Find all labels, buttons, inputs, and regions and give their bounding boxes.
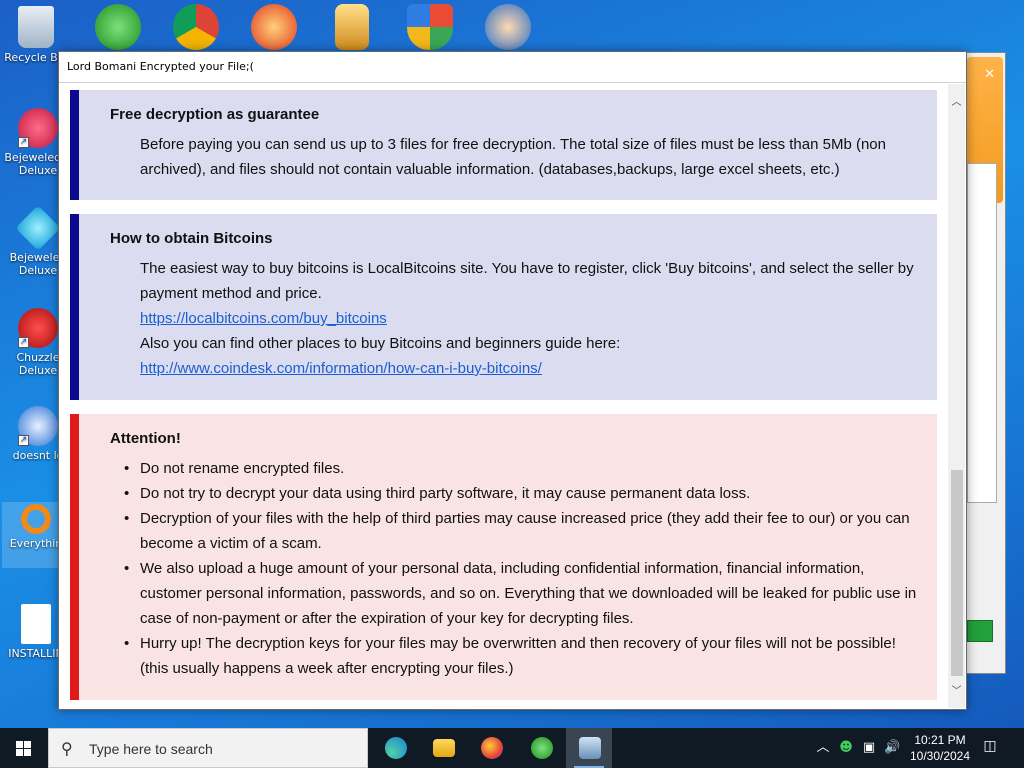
security-shield-icon bbox=[407, 4, 453, 50]
firefox-icon bbox=[481, 737, 503, 759]
ransom-dialog: Lord Bomani Encrypted your File;( Free d… bbox=[58, 51, 967, 710]
file-explorer-icon bbox=[433, 739, 455, 757]
paint-shop-icon bbox=[251, 4, 297, 50]
notification-icon[interactable]: ◫ bbox=[980, 738, 1000, 758]
list-item: We also upload a huge amount of your per… bbox=[110, 556, 925, 631]
taskbar-active-app[interactable] bbox=[566, 728, 612, 768]
start-button[interactable] bbox=[0, 728, 48, 768]
section-body: Before paying you can send us up to 3 fi… bbox=[140, 136, 886, 178]
desktop-icon-messenger[interactable] bbox=[92, 4, 144, 52]
section-heading: Free decryption as guarantee bbox=[110, 106, 320, 123]
taskbar-file-explorer[interactable] bbox=[420, 728, 466, 768]
shortcut-arrow-icon: ↗ bbox=[18, 337, 29, 348]
section-body: Also you can find other places to buy Bi… bbox=[140, 335, 621, 352]
search-placeholder: Type here to search bbox=[89, 741, 213, 757]
desktop-icon-chrome[interactable] bbox=[170, 4, 222, 52]
app-window-icon bbox=[579, 737, 601, 759]
messenger-icon bbox=[531, 737, 553, 759]
list-item: Do not try to decrypt your data using th… bbox=[110, 481, 925, 506]
taskbar: ⚲ Type here to search ︿ ☻ ▣ 🔊 10:21 PM 1… bbox=[0, 728, 1024, 768]
archive-icon bbox=[335, 4, 369, 50]
dialog-content: Free decryption as guarantee Before payi… bbox=[60, 84, 948, 708]
person-tray-icon[interactable]: ☻ bbox=[838, 740, 854, 756]
section-heading: Attention! bbox=[110, 430, 181, 447]
vertical-scrollbar[interactable]: ︿ ﹀ bbox=[948, 84, 965, 708]
scroll-down-icon[interactable]: ﹀ bbox=[948, 683, 965, 700]
scroll-up-icon[interactable]: ︿ bbox=[948, 94, 965, 111]
background-window-panel bbox=[967, 163, 997, 503]
taskbar-search-box[interactable]: ⚲ Type here to search bbox=[48, 728, 368, 768]
coindesk-link[interactable]: http://www.coindesk.com/information/how-… bbox=[110, 356, 925, 381]
desktop-icon-game-character[interactable] bbox=[482, 4, 534, 52]
close-icon[interactable]: ✕ bbox=[984, 67, 995, 82]
game-character-icon bbox=[485, 4, 531, 50]
scrollbar-thumb[interactable] bbox=[951, 470, 963, 676]
list-item: Hurry up! The decryption keys for your f… bbox=[110, 631, 925, 681]
desktop-icon-archive[interactable] bbox=[326, 4, 378, 52]
volume-icon[interactable]: 🔊 bbox=[884, 740, 900, 756]
taskbar-messenger[interactable] bbox=[518, 728, 564, 768]
free-decryption-section: Free decryption as guarantee Before payi… bbox=[70, 90, 937, 200]
attention-section: Attention! Do not rename encrypted files… bbox=[70, 414, 937, 700]
clock-date: 10/30/2024 bbox=[909, 749, 971, 763]
section-heading: How to obtain Bitcoins bbox=[110, 230, 273, 247]
attention-list: Do not rename encrypted files. Do not tr… bbox=[110, 456, 925, 681]
text-file-icon bbox=[21, 604, 51, 644]
section-body: The easiest way to buy bitcoins is Local… bbox=[140, 260, 914, 302]
background-window-button[interactable] bbox=[967, 620, 993, 642]
thunderbird-icon: ↗ bbox=[18, 406, 58, 446]
obtain-bitcoins-section: How to obtain Bitcoins The easiest way t… bbox=[70, 214, 937, 400]
shortcut-arrow-icon: ↗ bbox=[18, 435, 29, 446]
list-item: Decryption of your files with the help o… bbox=[110, 506, 925, 556]
desktop-icon-label: Everythin bbox=[9, 537, 63, 550]
windows-logo-icon bbox=[16, 741, 32, 756]
network-icon[interactable]: ▣ bbox=[861, 740, 877, 756]
desktop-icon-label: INSTALLIN bbox=[8, 647, 64, 660]
chuzzle-icon: ↗ bbox=[18, 308, 58, 348]
localbitcoins-link[interactable]: https://localbitcoins.com/buy_bitcoins bbox=[110, 306, 925, 331]
everything-search-icon bbox=[21, 504, 51, 534]
messenger-icon bbox=[95, 4, 141, 50]
shortcut-arrow-icon: ↗ bbox=[18, 137, 29, 148]
search-icon: ⚲ bbox=[61, 739, 73, 758]
chevron-up-icon[interactable]: ︿ bbox=[815, 740, 831, 756]
desktop-icon-security[interactable] bbox=[404, 4, 456, 52]
taskbar-clock[interactable]: 10:21 PM 10/30/2024 bbox=[900, 732, 980, 764]
bejeweled-icon bbox=[15, 205, 61, 251]
edge-icon bbox=[385, 737, 407, 759]
desktop-icon-paint-shop[interactable] bbox=[248, 4, 300, 52]
list-item: Do not rename encrypted files. bbox=[110, 456, 925, 481]
taskbar-firefox[interactable] bbox=[468, 728, 514, 768]
recycle-bin-icon bbox=[18, 6, 54, 48]
chrome-icon bbox=[173, 4, 219, 50]
taskbar-edge[interactable] bbox=[372, 728, 418, 768]
bejeweled-2-icon: ↗ bbox=[18, 108, 58, 148]
desktop-icon-label: doesnt lo bbox=[12, 449, 64, 462]
clock-time: 10:21 PM bbox=[914, 733, 966, 747]
dialog-title: Lord Bomani Encrypted your File;( bbox=[59, 52, 966, 83]
desktop-icon-label: Chuzzle Deluxe bbox=[16, 351, 60, 377]
